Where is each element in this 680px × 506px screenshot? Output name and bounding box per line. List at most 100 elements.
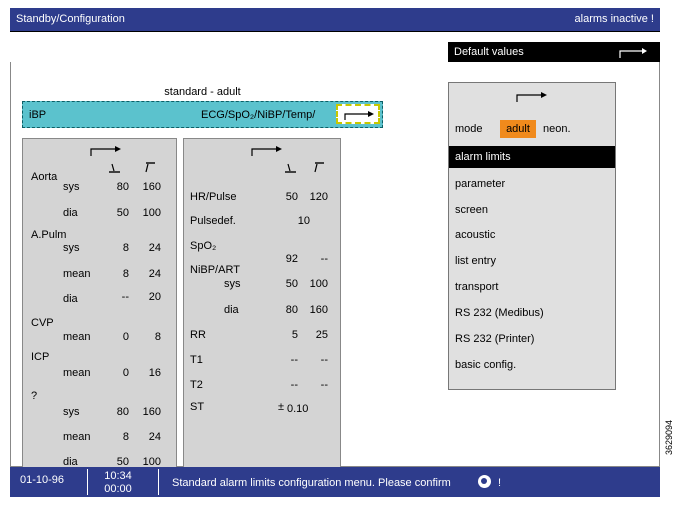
pulsedef-value[interactable]: 10 xyxy=(284,215,310,227)
ibp-label: iBP xyxy=(29,109,47,121)
row-label: mean xyxy=(63,431,91,443)
arrow-right-icon xyxy=(90,146,121,156)
divider xyxy=(158,469,159,495)
window-title: Standby/Configuration xyxy=(16,13,125,25)
low-limit-value[interactable]: 5 xyxy=(272,329,298,341)
param-icp: ICP xyxy=(31,351,50,363)
low-limit-value[interactable]: 80 xyxy=(272,304,298,316)
alarm-status: alarms inactive ! xyxy=(574,13,654,25)
parameter-group-bar[interactable]: iBP ECG/SpO₂/NiBP/Temp/ xyxy=(22,101,383,128)
high-limit-value[interactable]: 120 xyxy=(302,191,328,203)
lower-limit-icon xyxy=(285,163,296,173)
divider xyxy=(10,31,660,32)
param-cvp: CVP xyxy=(31,317,54,329)
arrow-right-icon xyxy=(251,146,282,156)
param-t1: T1 xyxy=(190,354,203,366)
row-label: sys xyxy=(63,406,80,418)
high-limit-value[interactable]: 24 xyxy=(135,268,161,280)
high-limit-value[interactable]: 160 xyxy=(135,181,161,193)
param-t2: T2 xyxy=(190,379,203,391)
high-limit-value[interactable]: 25 xyxy=(302,329,328,341)
arrow-right-icon xyxy=(344,111,374,120)
row-label: sys xyxy=(63,242,80,254)
st-value[interactable]: 0.10 xyxy=(287,403,308,415)
upper-limit-icon xyxy=(314,162,324,173)
low-limit-value[interactable]: 8 xyxy=(103,268,129,280)
status-message: Standard alarm limits configuration menu… xyxy=(172,477,451,489)
time-display: 10:34 xyxy=(104,470,132,482)
default-values-label: Default values xyxy=(454,46,524,58)
low-limit-value[interactable]: 92 xyxy=(272,253,298,265)
menu-item-basic-config[interactable]: basic config. xyxy=(449,354,615,376)
param-hr-pulse: HR/Pulse xyxy=(190,191,237,203)
high-limit-value[interactable]: 160 xyxy=(135,406,161,418)
menu-item-transport[interactable]: transport xyxy=(449,276,615,298)
param-rr: RR xyxy=(190,329,206,341)
high-limit-value[interactable]: 160 xyxy=(302,304,328,316)
low-limit-value[interactable]: -- xyxy=(272,379,298,391)
high-limit-value[interactable]: -- xyxy=(302,379,328,391)
row-label: dia xyxy=(224,304,239,316)
param-pulsedef: Pulsedef. xyxy=(190,215,236,227)
plus-minus-icon: ± xyxy=(278,401,285,413)
profile-label: standard - adult xyxy=(164,86,241,98)
high-limit-value[interactable]: -- xyxy=(302,354,328,366)
parameter-list-label: ECG/SpO₂/NiBP/Temp/ xyxy=(201,109,316,121)
duration-display: 00:00 xyxy=(104,483,132,495)
row-label: mean xyxy=(63,367,91,379)
status-bar: 01-10-96 10:34 00:00 Standard alarm limi… xyxy=(10,467,660,497)
param-unknown: ? xyxy=(31,390,38,402)
default-values-button[interactable]: Default values xyxy=(448,42,660,62)
ibp-limits-panel: Aorta sys 80 160 dia 50 100 A.Pulm sys 8… xyxy=(22,138,177,470)
arrow-right-icon xyxy=(619,48,647,58)
low-limit-value[interactable]: 50 xyxy=(103,207,129,219)
upper-limit-icon xyxy=(145,162,155,173)
low-limit-value[interactable]: 8 xyxy=(103,242,129,254)
menu-item-list-entry[interactable]: list entry xyxy=(449,250,615,272)
menu-item-alarm-limits[interactable]: alarm limits xyxy=(449,146,615,168)
low-limit-value[interactable]: 50 xyxy=(272,278,298,290)
mode-adult-option[interactable]: adult xyxy=(500,120,536,138)
row-label: dia xyxy=(63,207,78,219)
confirm-knob-icon xyxy=(478,475,491,488)
title-bar: Standby/Configuration alarms inactive ! xyxy=(10,8,660,31)
low-limit-value[interactable]: 0 xyxy=(103,367,129,379)
divider xyxy=(87,469,88,495)
param-st: ST xyxy=(190,401,205,413)
low-limit-value[interactable]: 8 xyxy=(103,431,129,443)
row-label: sys xyxy=(224,278,241,290)
low-limit-value[interactable]: -- xyxy=(103,291,129,303)
high-limit-value[interactable]: 8 xyxy=(135,331,161,343)
low-limit-value[interactable]: 0 xyxy=(103,331,129,343)
arrow-right-icon xyxy=(516,92,547,102)
menu-item-rs232-printer[interactable]: RS 232 (Printer) xyxy=(449,328,615,350)
config-menu: mode adult neon. alarm limits parameter … xyxy=(448,82,616,390)
high-limit-value[interactable]: 100 xyxy=(302,278,328,290)
row-label: sys xyxy=(63,181,80,193)
date-display: 01-10-96 xyxy=(20,474,65,486)
high-limit-value[interactable]: 16 xyxy=(135,367,161,379)
low-limit-value[interactable]: -- xyxy=(272,354,298,366)
menu-item-acoustic[interactable]: acoustic xyxy=(449,224,615,246)
row-label: dia xyxy=(63,293,78,305)
high-limit-value[interactable]: 20 xyxy=(135,291,161,303)
param-a-pulm: A.Pulm xyxy=(31,229,67,241)
low-limit-value[interactable]: 50 xyxy=(272,191,298,203)
menu-item-parameter[interactable]: parameter xyxy=(449,173,615,195)
high-limit-value[interactable]: 100 xyxy=(135,207,161,219)
high-limit-value[interactable]: 24 xyxy=(135,242,161,254)
lower-limit-icon xyxy=(109,163,120,173)
high-limit-value[interactable]: 24 xyxy=(135,431,161,443)
document-code: 3629094 xyxy=(664,419,674,455)
enter-button[interactable] xyxy=(336,104,380,124)
row-label: mean xyxy=(63,268,91,280)
mode-label: mode xyxy=(455,123,483,135)
low-limit-value[interactable]: 80 xyxy=(103,406,129,418)
menu-item-screen[interactable]: screen xyxy=(449,199,615,221)
param-nibp-art: NiBP/ART xyxy=(190,264,240,276)
menu-item-rs232-medibus[interactable]: RS 232 (Medibus) xyxy=(449,302,615,324)
status-exclaim: ! xyxy=(498,477,502,489)
high-limit-value[interactable]: -- xyxy=(302,253,328,265)
low-limit-value[interactable]: 80 xyxy=(103,181,129,193)
mode-neon-option[interactable]: neon. xyxy=(543,123,571,135)
